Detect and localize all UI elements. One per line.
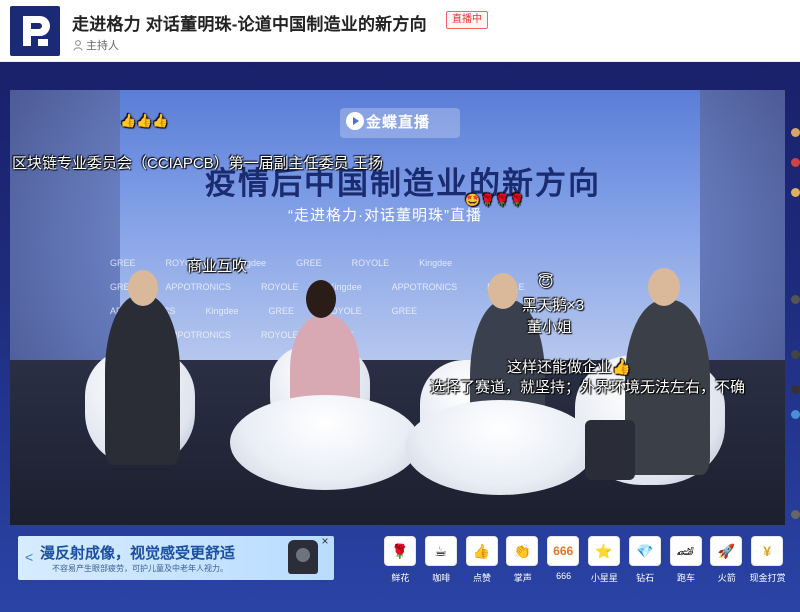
- live-video[interactable]: 金蝶直播 疫情后中国制造业的新方向 “走进格力·对话董明珠”直播 GREE RO…: [10, 90, 785, 525]
- speaker-1: [105, 295, 180, 465]
- sponsor-logo: APPOTRONICS: [391, 282, 458, 292]
- sponsor-logo: ROYOLE: [351, 258, 390, 268]
- avatar[interactable]: [791, 188, 800, 197]
- channel-logo-icon: [23, 16, 50, 46]
- small-table: [585, 420, 635, 480]
- ad-title: 漫反射成像，视觉感受更舒适: [40, 545, 236, 562]
- avatar[interactable]: [791, 410, 800, 419]
- gift-flower[interactable]: 🌹 鲜花: [380, 535, 421, 585]
- gift-cash-tip[interactable]: ¥ 现金打赏: [747, 535, 788, 585]
- danmaku-roses: 🤩🌹🌹🌹: [465, 193, 525, 207]
- live-status-badge: 直播中: [446, 11, 488, 29]
- ad-arrow-icon: <: [25, 549, 34, 565]
- sponsor-logo: APPOTRONICS: [165, 282, 232, 292]
- coffee-icon: ☕: [424, 536, 457, 566]
- gift-label: 火箭: [717, 573, 736, 583]
- gift-rocket[interactable]: 🚀 火箭: [706, 535, 747, 585]
- rocket-icon: 🚀: [710, 536, 743, 566]
- avatar[interactable]: [791, 128, 800, 137]
- sponsor-logo: GREE: [296, 258, 322, 268]
- stage-subtitle: “走进格力·对话董明珠”直播: [288, 207, 482, 224]
- gift-label: 点赞: [472, 573, 491, 583]
- speaker-3-head: [488, 273, 518, 309]
- side-panel-edge: [787, 120, 800, 540]
- ad-subtitle: 不容易产生眼部疲劳，可护儿童及中老年人视力。: [52, 564, 228, 573]
- gift-applause[interactable]: 👏 掌声: [502, 535, 543, 585]
- avatar[interactable]: [791, 510, 800, 519]
- ad-banner[interactable]: < 漫反射成像，视觉感受更舒适 不容易产生眼部疲劳，可护儿童及中老年人视力。: [18, 536, 334, 580]
- sponsor-logo: ROYOLE: [261, 282, 299, 292]
- danmaku-comment: 选择了赛道，就坚持；外界环境无法左右，不确: [430, 379, 746, 396]
- channel-logo[interactable]: [10, 6, 60, 56]
- host-info[interactable]: 主持人: [73, 37, 119, 53]
- live-title: 走进格力 对话董明珠-论道中国制造业的新方向: [72, 15, 427, 34]
- gift-coffee[interactable]: ☕ 咖啡: [421, 535, 462, 585]
- diamond-icon: 💎: [628, 536, 661, 566]
- gift-sports-car[interactable]: 🏎 跑车: [666, 535, 707, 585]
- danmaku-comment: 董小姐: [527, 319, 573, 336]
- sponsor-logo: Kingdee: [205, 306, 239, 316]
- page-header: 走进格力 对话董明珠-论道中国制造业的新方向 直播中 主持人: [0, 0, 800, 62]
- avatar[interactable]: [791, 158, 800, 167]
- gift-label: 小星星: [590, 573, 618, 583]
- gift-label: 咖啡: [432, 573, 451, 583]
- brand-name: 金蝶直播: [366, 114, 431, 131]
- danmaku-comment: 商业互吹: [187, 258, 248, 275]
- danmaku-speaker-caption: 区块链专业委员会（CCIAPCB）第一届副主任委员 王扬: [12, 155, 383, 172]
- thumbs-up-icon: 👍: [465, 536, 498, 566]
- gift-bar: 🌹 鲜花 ☕ 咖啡 👍 点赞 👏 掌声 666 666 ⭐ 小星星 💎 钻石 🏎…: [380, 535, 788, 585]
- sponsor-logo: ROYOLE: [261, 330, 299, 340]
- yuan-coin-icon: ¥: [751, 536, 784, 566]
- gift-label: 现金打赏: [749, 573, 786, 583]
- avatar[interactable]: [791, 350, 800, 359]
- speaker-1-head: [128, 270, 158, 306]
- avatar[interactable]: [791, 295, 800, 304]
- sponsor-logo: Kingdee: [419, 258, 453, 268]
- clap-icon: 👏: [506, 536, 539, 566]
- danmaku-smile: 😇: [538, 274, 554, 291]
- gift-label: 666: [556, 571, 572, 581]
- sponsor-logo: GREE: [391, 306, 418, 316]
- danmaku-thumbs: 👍👍👍: [120, 113, 169, 128]
- gift-label: 掌声: [513, 573, 532, 583]
- host-label: 主持人: [86, 40, 119, 52]
- gift-666[interactable]: 666 666: [543, 535, 584, 585]
- flower-icon: 🌹: [384, 536, 416, 566]
- speaker-2-head: [306, 280, 336, 318]
- danmaku-comment: 黑天鹅×3: [522, 297, 585, 314]
- gift-label: 跑车: [676, 573, 695, 583]
- sponsor-logo: GREE: [268, 306, 295, 316]
- gift-label: 鲜花: [391, 573, 410, 583]
- speaker-4-head: [648, 268, 680, 306]
- user-icon: [73, 39, 83, 51]
- sports-car-icon: 🏎: [669, 536, 702, 566]
- gift-label: 钻石: [636, 573, 655, 583]
- round-table: [230, 395, 420, 490]
- gift-like[interactable]: 👍 点赞: [462, 535, 503, 585]
- gift-diamond[interactable]: 💎 钻石: [625, 535, 666, 585]
- avatar[interactable]: [791, 385, 800, 394]
- round-table: [405, 400, 595, 495]
- star-icon: ⭐: [587, 536, 620, 566]
- number-666-icon: 666: [547, 536, 580, 566]
- gift-star[interactable]: ⭐ 小星星: [584, 535, 625, 585]
- sponsor-logo: GREE: [110, 258, 136, 268]
- play-brand-icon: [346, 112, 364, 130]
- danmaku-comment: 这样还能做企业👍: [507, 359, 631, 376]
- projector-image: [288, 540, 318, 574]
- close-icon[interactable]: ×: [318, 534, 332, 548]
